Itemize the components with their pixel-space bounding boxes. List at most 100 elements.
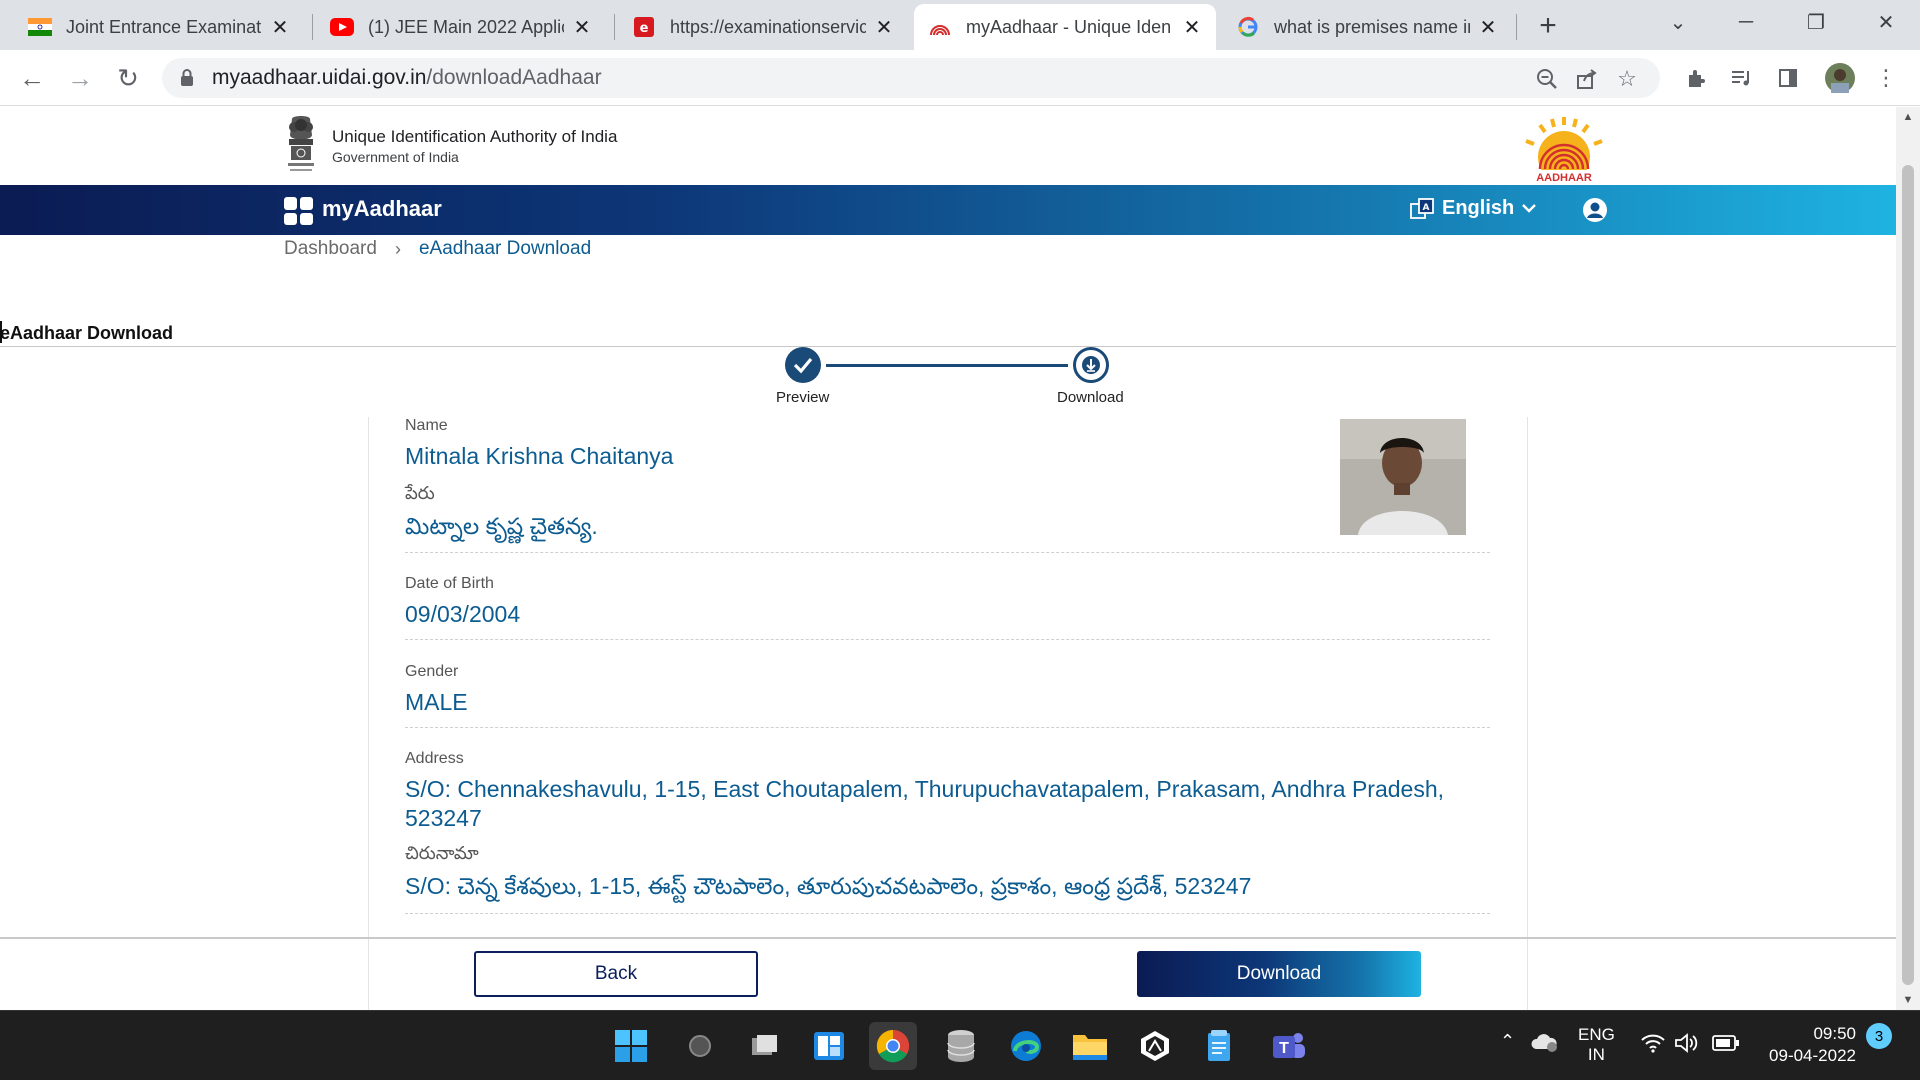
close-window-button[interactable]: ✕ <box>1856 0 1916 44</box>
system-clock[interactable]: 09:50 09-04-2022 <box>1760 1023 1856 1067</box>
tab-title: Joint Entrance Examinatio <box>66 16 262 37</box>
page-content: Unique Identification Authority of India… <box>0 107 1896 1010</box>
browser-tab-myaadhaar[interactable]: myAadhaar - Unique Iden ✕ <box>914 4 1216 50</box>
browser-tab-google[interactable]: what is premises name in ✕ <box>1222 4 1512 50</box>
gender-value: MALE <box>405 689 468 715</box>
address-label-telugu: చిరునామా <box>405 843 479 863</box>
translate-icon: A <box>1410 197 1434 219</box>
scrollbar-thumb[interactable] <box>1902 165 1914 985</box>
exam-service-icon: e <box>632 15 656 39</box>
url-text: myaadhaar.uidai.gov.in/downloadAadhaar <box>212 66 602 90</box>
windows-taskbar: T ⌃ ENG IN 09:50 09-04-2022 <box>0 1010 1920 1080</box>
user-account-icon[interactable] <box>1582 197 1608 223</box>
svg-text:e: e <box>640 21 649 36</box>
breadcrumb-current[interactable]: eAadhaar Download <box>419 238 591 260</box>
widgets-icon[interactable] <box>805 1022 853 1070</box>
name-label-telugu: పేరు <box>405 483 435 503</box>
app-store-icon[interactable] <box>1131 1022 1179 1070</box>
close-tab-icon[interactable]: ✕ <box>872 15 896 39</box>
name-label: Name <box>405 417 448 434</box>
media-control-icon[interactable] <box>1728 64 1756 92</box>
tab-search-icon[interactable]: ⌄ <box>1648 0 1708 44</box>
top-nav-bar: myAadhaar A English <box>0 185 1896 235</box>
tab-title: https://examinationservic <box>670 16 866 37</box>
browser-tab-jee[interactable]: Joint Entrance Examinatio ✕ <box>14 4 304 50</box>
national-emblem-icon <box>288 116 314 171</box>
field-divider <box>405 639 1490 640</box>
language-label: English <box>1442 197 1515 219</box>
aadhaar-logo: AADHAAR <box>1524 117 1604 183</box>
battery-icon[interactable] <box>1712 1034 1740 1057</box>
lock-icon[interactable] <box>180 68 194 86</box>
field-divider <box>405 727 1490 728</box>
step-label-download: Download <box>1057 389 1124 406</box>
close-tab-icon[interactable]: ✕ <box>268 15 292 39</box>
breadcrumb-dashboard[interactable]: Dashboard <box>284 238 377 260</box>
scroll-up-arrow-icon[interactable]: ▲ <box>1902 111 1914 123</box>
step-preview-check-icon[interactable] <box>785 347 821 383</box>
profile-photo <box>1340 419 1466 535</box>
stepper-connector <box>826 364 1068 367</box>
aadhaar-logo-text: AADHAAR <box>1536 172 1592 183</box>
browser-tab-exam[interactable]: e https://examinationservic ✕ <box>618 4 908 50</box>
name-value: Mitnala Krishna Chaitanya <box>405 443 674 469</box>
browser-tab-youtube[interactable]: (1) JEE Main 2022 Applica ✕ <box>316 4 606 50</box>
step-download-icon[interactable] <box>1073 347 1109 383</box>
dob-value: 09/03/2004 <box>405 601 521 627</box>
tab-title: (1) JEE Main 2022 Applica <box>368 16 564 37</box>
name-value-telugu: మిట్నాల కృష్ణ చైతన్య. <box>405 513 598 539</box>
title-divider <box>0 346 1896 347</box>
page-scrollbar[interactable]: ▲ ▼ <box>1896 107 1920 1010</box>
input-language-indicator[interactable]: ENG IN <box>1578 1025 1615 1065</box>
address-value-telugu: S/O: చెన్న కేశవులు, 1-15, ఈస్ట్ చౌటపాలెం… <box>405 873 1252 899</box>
uidai-header: Unique Identification Authority of India… <box>0 107 1896 185</box>
close-tab-icon[interactable]: ✕ <box>1476 15 1500 39</box>
org-subtitle: Government of India <box>332 149 459 165</box>
org-name: Unique Identification Authority of India <box>332 127 618 146</box>
close-tab-icon[interactable]: ✕ <box>1180 15 1204 39</box>
address-bar[interactable]: myaadhaar.uidai.gov.in/downloadAadhaar ☆ <box>162 58 1660 98</box>
show-hidden-icons-chevron-icon[interactable]: ⌃ <box>1500 1031 1515 1052</box>
reload-icon[interactable]: ↻ <box>110 60 146 96</box>
share-icon[interactable] <box>1574 66 1600 92</box>
profile-avatar[interactable] <box>1824 62 1856 94</box>
search-icon[interactable] <box>676 1022 724 1070</box>
wifi-icon[interactable] <box>1640 1033 1666 1058</box>
india-flag-icon <box>28 15 52 39</box>
language-selector[interactable]: A English <box>1410 197 1537 220</box>
task-view-icon[interactable] <box>741 1022 789 1070</box>
database-app-icon[interactable] <box>937 1022 985 1070</box>
forward-arrow-icon[interactable]: → <box>62 60 98 96</box>
chrome-taskbar-icon[interactable] <box>869 1022 917 1070</box>
brand-name[interactable]: myAadhaar <box>322 196 442 222</box>
address-line-1: S/O: Chennakeshavulu, 1-15, East Choutap… <box>405 776 1445 802</box>
extensions-icon[interactable] <box>1682 64 1710 92</box>
windows-start-icon[interactable] <box>607 1022 655 1070</box>
step-label-preview: Preview <box>776 389 830 406</box>
file-explorer-icon[interactable] <box>1066 1022 1114 1070</box>
tab-divider <box>1516 14 1517 40</box>
new-tab-button[interactable]: + <box>1530 8 1566 44</box>
back-button[interactable]: Back <box>474 951 758 997</box>
side-panel-icon[interactable] <box>1774 64 1802 92</box>
zoom-icon[interactable] <box>1534 66 1560 92</box>
chrome-menu-icon[interactable]: ⋮ <box>1872 64 1900 92</box>
back-arrow-icon[interactable]: ← <box>14 60 50 96</box>
region-code: IN <box>1587 1045 1605 1064</box>
notification-count-badge[interactable]: 3 <box>1866 1023 1892 1049</box>
chevron-down-icon <box>1522 200 1537 218</box>
bookmark-star-icon[interactable]: ☆ <box>1614 66 1640 92</box>
restore-button[interactable]: ❐ <box>1786 0 1846 44</box>
volume-icon[interactable] <box>1674 1033 1700 1058</box>
notepad-icon[interactable] <box>1195 1022 1243 1070</box>
edge-browser-icon[interactable] <box>1002 1022 1050 1070</box>
teams-icon[interactable]: T <box>1265 1022 1313 1070</box>
minimize-button[interactable]: ─ <box>1716 0 1776 44</box>
scroll-down-arrow-icon[interactable]: ▼ <box>1902 994 1914 1006</box>
onedrive-cloud-icon[interactable] <box>1530 1031 1558 1058</box>
download-button[interactable]: Download <box>1137 951 1421 997</box>
close-tab-icon[interactable]: ✕ <box>570 15 594 39</box>
language-code: ENG <box>1578 1025 1615 1044</box>
apps-grid-icon[interactable] <box>284 197 313 225</box>
page-title: eAadhaar Download <box>0 323 174 343</box>
